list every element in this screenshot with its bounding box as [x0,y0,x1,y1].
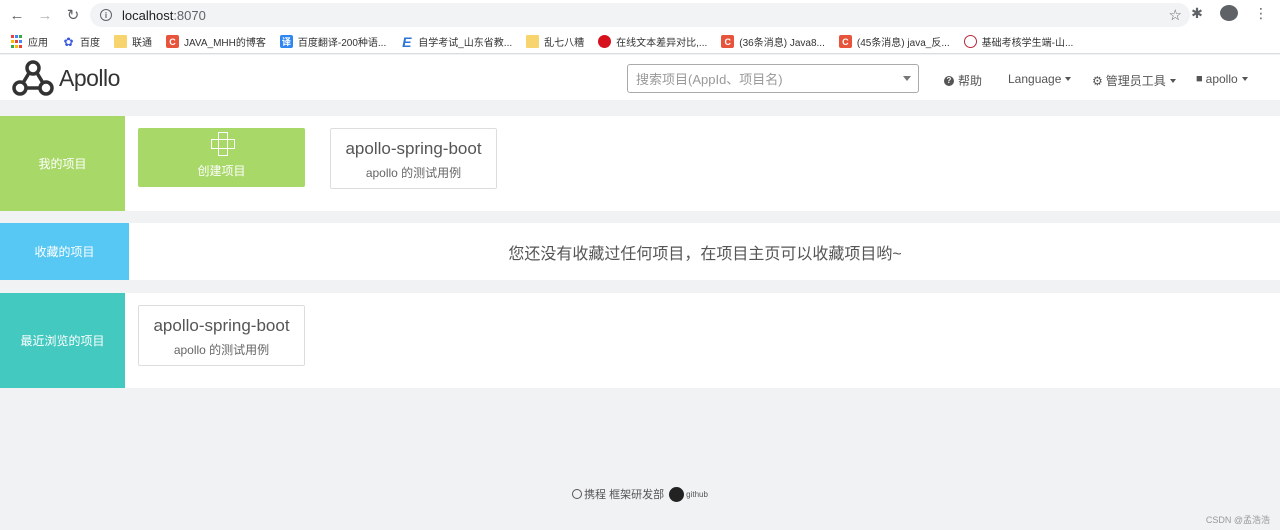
user-icon: ■ [1196,73,1203,85]
ctrip-icon [572,489,583,499]
my-projects-section: 我的项目 创建项目 apollo-spring-boot apollo 的测试用… [0,116,1280,211]
project-desc: apollo 的测试用例 [365,166,462,180]
footer: 携程 框架研发部 github [0,486,1280,502]
bookmark-baidu-translate[interactable]: 译 百度翻译-200种语... [279,34,386,49]
bookmarks-bar: 应用 ✿ 百度 联通 C JAVA_MHH的博客 译 百度翻译-200种语...… [0,30,1280,54]
bookmark-misc[interactable]: 乱七八糟 [526,34,584,49]
help-link[interactable]: ? 帮助 [944,72,982,89]
bookmark-csdn-blog[interactable]: C JAVA_MHH的博客 [166,34,266,49]
watermark: CSDN @孟浩浩 [1205,515,1270,525]
e-icon: E [402,33,412,50]
forward-arrow-icon[interactable]: → [34,4,56,26]
gear-icon: ⚙ [1092,73,1103,88]
seal-icon [963,35,977,48]
create-project-button[interactable]: 创建项目 [138,128,305,187]
address-bar[interactable]: i localhost:8070 ☆ [90,3,1190,27]
bookmark-liantong[interactable]: 联通 [114,34,152,49]
recent-project-card[interactable]: apollo-spring-boot apollo 的测试用例 [138,305,305,366]
project-desc: apollo 的测试用例 [173,343,270,357]
csdn-icon: C [166,35,179,48]
folder-icon [526,35,540,48]
bookmark-student-exam[interactable]: 基础考核学生端-山... [963,34,1073,49]
recent-projects-label: 最近浏览的项目 [0,293,125,388]
favorite-projects-section: 收藏的项目 您还没有收藏过任何项目，在项目主页可以收藏项目哟~ [0,223,1280,280]
bookmark-java8[interactable]: C (36条消息) Java8... [721,34,825,49]
chevron-down-icon [903,76,911,81]
back-arrow-icon[interactable]: ← [6,4,28,26]
project-name: apollo-spring-boot [345,139,482,158]
bookmark-star-icon[interactable]: ☆ [1169,6,1182,24]
language-dropdown[interactable]: Language [1008,72,1072,86]
url-host: localhost [122,7,174,23]
footer-org: 携程 框架研发部 [584,489,665,501]
extensions-puzzle-icon[interactable]: ✱ [1188,5,1206,22]
bookmark-text-diff[interactable]: 在线文本差异对比,... [598,34,707,49]
csdn-icon: C [721,35,735,48]
apollo-logo-icon [12,60,54,96]
question-circle-icon: ? [944,75,954,86]
url-port: :8070 [173,7,206,23]
browser-toolbar: ← → ↻ i localhost:8070 ☆ ✱ ⋮ [0,0,1280,30]
favorite-projects-label: 收藏的项目 [0,223,129,280]
github-link[interactable]: github [686,490,708,499]
folder-icon [114,35,127,48]
caret-down-icon [1169,78,1176,83]
baidu-paw-icon: ✿ [63,34,74,49]
apps-grid-icon [10,35,23,48]
bookmark-self-exam[interactable]: E 自学考试_山东省教... [400,33,512,50]
profile-icon[interactable] [1220,5,1238,22]
reload-icon[interactable]: ↻ [62,4,84,26]
csdn-icon: C [838,35,852,48]
project-search-select[interactable]: 搜索项目(AppId、项目名) [627,64,919,93]
apollo-logo[interactable]: Apollo [12,59,120,97]
bookmark-java-reflect[interactable]: C (45条消息) java_反... [838,34,950,49]
my-projects-label: 我的项目 [0,116,125,211]
search-placeholder: 搜索项目(AppId、项目名) [636,72,783,87]
app-header: Apollo 搜索项目(AppId、项目名) ? 帮助 Language ⚙ 管… [0,55,1280,100]
github-icon[interactable] [669,486,685,502]
plus-icon [210,132,235,156]
site-info-icon[interactable]: i [100,9,112,21]
recent-projects-section: 最近浏览的项目 apollo-spring-boot apollo 的测试用例 [0,293,1280,388]
bookmark-baidu[interactable]: ✿ 百度 [62,34,100,50]
red-circle-icon [598,35,612,48]
bookmark-apps[interactable]: 应用 [10,34,48,49]
project-name: apollo-spring-boot [153,316,290,335]
caret-down-icon [1241,77,1248,81]
user-dropdown[interactable]: ■ apollo [1196,72,1248,86]
baidu-translate-icon: 译 [279,35,293,48]
favorites-empty-message: 您还没有收藏过任何项目，在项目主页可以收藏项目哟~ [508,245,902,263]
browser-actions: ✱ ⋮ [1188,5,1270,22]
kebab-menu-icon[interactable]: ⋮ [1252,5,1270,22]
caret-down-icon [1065,77,1072,81]
admin-tools-dropdown[interactable]: ⚙ 管理员工具 [1092,72,1176,89]
logo-text: Apollo [59,64,120,91]
project-card[interactable]: apollo-spring-boot apollo 的测试用例 [330,128,497,189]
